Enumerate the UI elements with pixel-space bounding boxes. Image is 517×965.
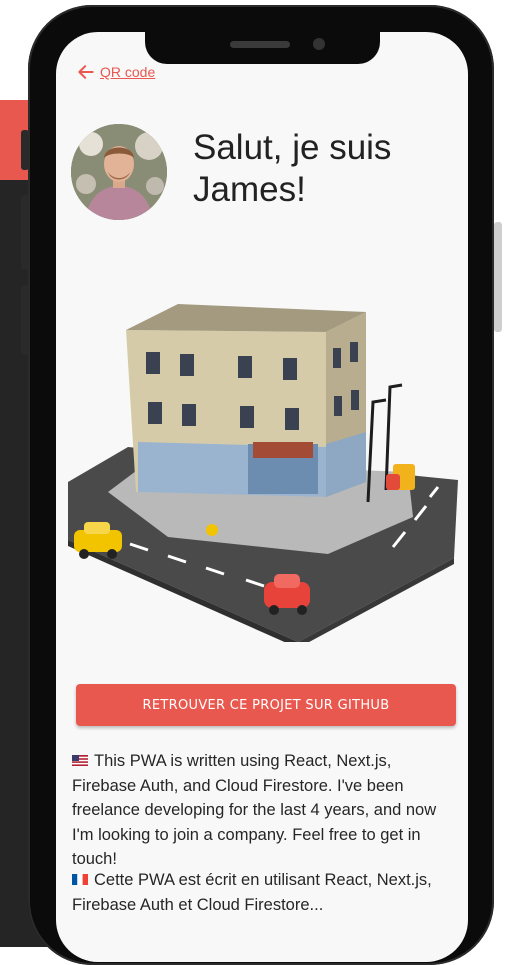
camera-icon <box>313 38 325 50</box>
page-title: Salut, je suis James! <box>193 128 392 209</box>
intro-paragraph-fr: Cette PWA est écrit en utilisant React, … <box>72 868 456 917</box>
intro-text-en: This PWA is written using React, Next.js… <box>72 752 437 868</box>
github-button[interactable]: RETROUVER CE PROJET SUR GITHUB <box>76 684 456 726</box>
city-building-illustration <box>68 304 458 642</box>
intro-paragraph-en: This PWA is written using React, Next.js… <box>72 749 456 872</box>
avatar <box>71 124 167 220</box>
intro-text-fr: Cette PWA est écrit en utilisant React, … <box>72 871 432 914</box>
fr-flag-icon <box>72 874 88 885</box>
us-flag-icon <box>72 755 88 766</box>
speaker-grille <box>230 41 290 48</box>
app-screen: QR code Salut, je suis James! RETROUVER … <box>56 32 468 962</box>
back-link[interactable]: QR code <box>76 62 155 82</box>
phone-notch <box>145 28 380 64</box>
phone-power-button <box>494 222 502 332</box>
arrow-left-icon <box>78 65 94 79</box>
back-link-label: QR code <box>100 64 156 80</box>
